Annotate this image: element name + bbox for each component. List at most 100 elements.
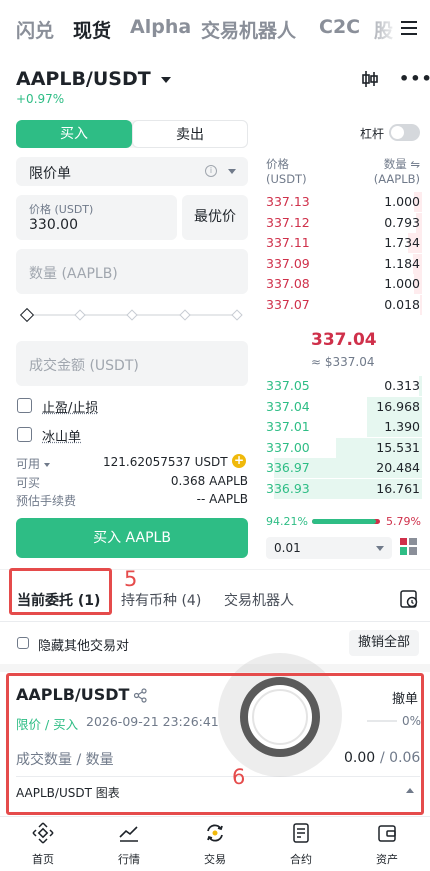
buy-sell-switch: 买入 卖出 — [16, 120, 248, 148]
cancel-all-button[interactable]: 撤销全部 — [349, 630, 419, 656]
fee-label: 预估手续费 — [16, 494, 77, 508]
nav-trade[interactable]: 交易 — [172, 817, 258, 871]
nav-futures[interactable]: 合约 — [258, 817, 344, 871]
top-nav: 闪兑 现货 Alpha 交易机器人 C2C 股 — [0, 0, 430, 60]
amount-placeholder: 数量 (AAPLB) — [29, 266, 118, 282]
bid-price[interactable]: 337.04 — [266, 399, 310, 414]
bid-qty: 0.313 — [384, 378, 420, 393]
ask-price[interactable]: 337.07 — [266, 297, 310, 312]
order-history-icon[interactable] — [399, 589, 419, 609]
leverage-label: 杠杆 — [360, 127, 385, 141]
tpsl-checkbox[interactable] — [17, 398, 32, 413]
menu-icon[interactable] — [401, 21, 417, 36]
buy-ratio: 94.21% — [266, 515, 308, 528]
bid-qty: 15.531 — [376, 439, 420, 455]
last-price: 337.04 — [311, 330, 377, 350]
tab-alpha[interactable]: Alpha — [130, 16, 191, 38]
nav-markets[interactable]: 行情 — [86, 817, 172, 871]
ask-price[interactable]: 337.08 — [266, 276, 310, 291]
iceberg-label[interactable]: 冰山单 — [42, 426, 81, 445]
chevron-down-icon — [161, 76, 172, 83]
bid-price[interactable]: 337.05 — [266, 378, 310, 393]
pair-selector[interactable]: AAPLB/USDT — [16, 68, 172, 90]
can-buy-value: 0.368 AAPLB — [170, 474, 248, 488]
available-label[interactable]: 可用 — [16, 455, 50, 472]
ob-price-header: 价格 (USDT) — [266, 157, 307, 186]
hide-other-pairs-checkbox[interactable] — [17, 637, 29, 649]
leverage-toggle[interactable] — [389, 124, 420, 141]
ask-qty: 1.000 — [384, 276, 420, 291]
order-type-value: 限价单 — [29, 166, 71, 182]
last-price-usd: ≈ $337.04 — [311, 355, 375, 369]
order-type-select[interactable]: 限价单 i — [16, 157, 248, 186]
more-icon[interactable]: ••• — [399, 69, 430, 88]
dropdown-caret-icon — [376, 546, 384, 551]
hide-other-pairs-label[interactable]: 隐藏其他交易对 — [38, 635, 129, 654]
nav-assets[interactable]: 资产 — [344, 817, 430, 871]
ask-qty: 0.793 — [384, 214, 420, 230]
ask-price[interactable]: 337.11 — [266, 235, 310, 250]
bid-qty: 16.968 — [376, 398, 420, 414]
tab-convert[interactable]: 闪兑 — [16, 16, 54, 43]
tab-holdings[interactable]: 持有币种 (4) — [121, 590, 201, 610]
total-input[interactable]: 成交金额 (USDT) — [16, 341, 248, 386]
amount-slider[interactable] — [19, 307, 243, 323]
sell-ratio: 5.79% — [386, 515, 421, 528]
bid-price[interactable]: 336.93 — [266, 481, 310, 496]
total-placeholder: 成交金额 (USDT) — [29, 358, 139, 374]
cancel-all-label: 撤销全部 — [357, 635, 410, 650]
amount-input[interactable]: 数量 (AAPLB) — [16, 249, 248, 294]
price-input-value: 330.00 — [29, 217, 78, 233]
depth-value: 0.01 — [274, 541, 301, 555]
annotation-6: 6 — [232, 765, 246, 789]
candlestick-chart-icon[interactable] — [360, 70, 380, 88]
buy-tab[interactable]: 买入 — [16, 120, 132, 148]
markets-chart-icon — [119, 826, 138, 842]
depth-bar — [420, 294, 422, 315]
caret-down-icon — [43, 462, 50, 467]
ratio-bar — [312, 519, 380, 524]
orderbook-layout-icon[interactable] — [400, 538, 417, 555]
sell-tab[interactable]: 卖出 — [132, 120, 248, 148]
tab-bots[interactable]: 交易机器人 — [224, 590, 294, 610]
price-input-label: 价格 (USDT) — [29, 203, 94, 216]
bid-qty: 16.761 — [376, 480, 420, 496]
ask-qty: 1.734 — [384, 235, 420, 250]
buy-submit-button[interactable]: 买入 AAPLB — [16, 518, 248, 558]
best-price-label: 最优价 — [194, 209, 236, 225]
iceberg-checkbox[interactable] — [17, 427, 32, 442]
highlight-box-6 — [6, 673, 424, 815]
tab-spot[interactable]: 现货 — [73, 16, 111, 43]
bid-price[interactable]: 337.01 — [266, 419, 310, 434]
tpsl-label[interactable]: 止盈/止损 — [42, 397, 98, 416]
tab-c2c[interactable]: C2C — [319, 16, 360, 38]
info-icon[interactable]: i — [205, 165, 217, 177]
can-buy-label: 可买 — [16, 476, 41, 490]
binance-logo-icon — [32, 822, 54, 844]
ask-qty: 0.018 — [384, 296, 420, 312]
ask-price[interactable]: 337.12 — [266, 215, 310, 230]
bottom-nav: 首页 行情 交易 合约 资产 — [0, 816, 430, 871]
pair-title: AAPLB/USDT — [16, 68, 151, 90]
bid-qty: 20.484 — [376, 460, 420, 475]
add-funds-icon[interactable]: + — [232, 454, 246, 468]
available-value: 121.62057537 USDT — [103, 455, 228, 469]
bid-price[interactable]: 337.00 — [266, 440, 310, 455]
price-change: +0.97% — [16, 92, 65, 106]
fee-value: -- AAPLB — [196, 492, 248, 506]
depth-select[interactable]: 0.01 — [266, 537, 392, 559]
bid-qty: 1.390 — [384, 419, 420, 434]
highlight-box-5 — [9, 568, 112, 615]
ask-price[interactable]: 337.09 — [266, 256, 310, 271]
annotation-5: 5 — [124, 567, 138, 591]
bid-price[interactable]: 336.97 — [266, 460, 310, 475]
wallet-icon — [378, 825, 396, 842]
nav-home[interactable]: 首页 — [0, 817, 86, 871]
switch-icon: ⇋ — [410, 157, 420, 171]
ob-qty-header: 数量 ⇋ (AAPLB) — [373, 157, 420, 186]
price-input[interactable]: 价格 (USDT) 330.00 — [16, 195, 177, 240]
ask-price[interactable]: 337.13 — [266, 194, 310, 209]
ask-qty: 1.184 — [384, 255, 420, 271]
best-price-button[interactable]: 最优价 — [182, 195, 248, 240]
tab-trading-bots[interactable]: 交易机器人 — [201, 16, 296, 43]
